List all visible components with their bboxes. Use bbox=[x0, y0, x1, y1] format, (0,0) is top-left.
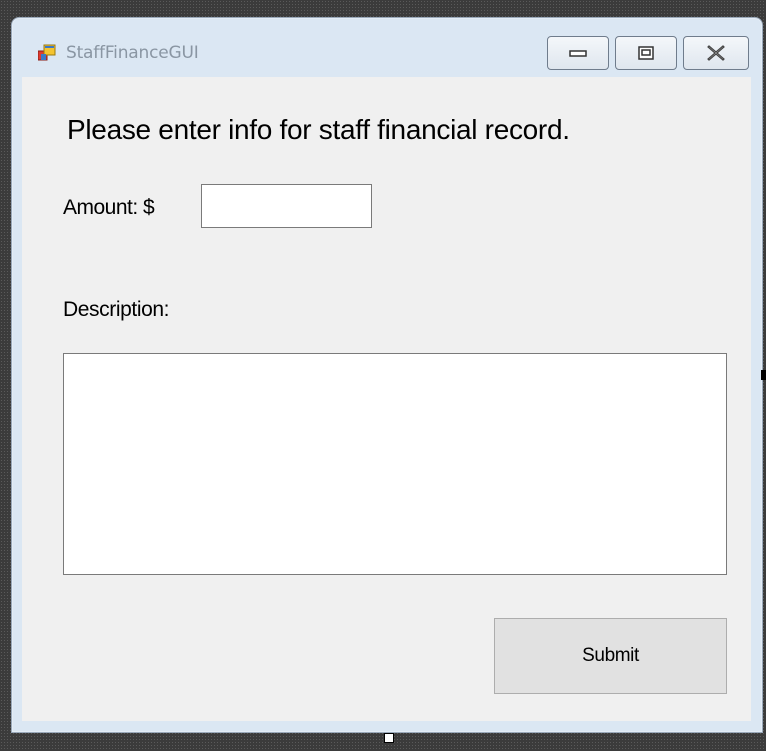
amount-input[interactable] bbox=[201, 184, 372, 228]
title-bar[interactable]: StaffFinanceGUI bbox=[12, 18, 762, 77]
description-textarea[interactable] bbox=[63, 353, 727, 575]
description-label: Description: bbox=[63, 298, 170, 321]
submit-button[interactable]: Submit bbox=[494, 618, 727, 694]
amount-label: Amount: $ bbox=[63, 196, 155, 219]
designer-side-handle[interactable] bbox=[761, 370, 766, 380]
form-client-area: Please enter info for staff financial re… bbox=[22, 77, 751, 721]
maximize-button[interactable] bbox=[615, 36, 677, 70]
window-title: StaffFinanceGUI bbox=[66, 43, 199, 63]
app-window: StaffFinanceGUI Please enter info for st… bbox=[11, 17, 763, 733]
designer-resize-handle[interactable] bbox=[384, 733, 394, 743]
close-button[interactable] bbox=[683, 36, 749, 70]
form-icon bbox=[37, 44, 56, 62]
form-heading: Please enter info for staff financial re… bbox=[67, 114, 570, 145]
minimize-button[interactable] bbox=[547, 36, 609, 70]
